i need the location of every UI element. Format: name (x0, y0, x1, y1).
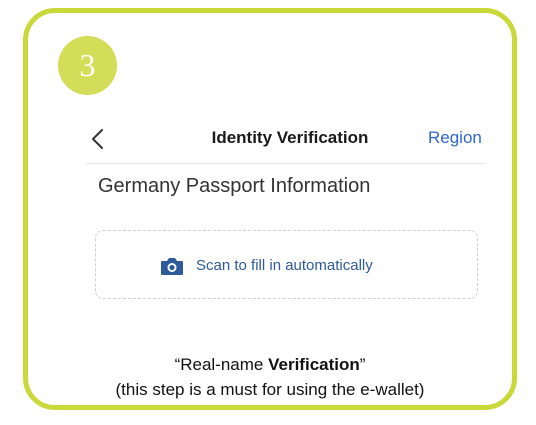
camera-icon (161, 258, 183, 275)
scan-label[interactable]: Scan to fill in automatically (196, 257, 373, 274)
caption-title: “Real-name Verification” (60, 355, 480, 375)
caption-note: (this step is a must for using the e-wal… (115, 380, 425, 399)
caption-prefix: “Real-name (174, 355, 269, 374)
section-title: Germany Passport Information (98, 175, 371, 197)
page-title: Identity Verification (211, 128, 369, 147)
caption-suffix: ” (359, 355, 366, 374)
caption-bold: Verification (268, 355, 360, 374)
region-link[interactable]: Region (428, 128, 482, 148)
chevron-left-icon[interactable] (86, 124, 112, 154)
nav-divider (86, 163, 484, 164)
step-number-badge: 3 (58, 36, 117, 95)
